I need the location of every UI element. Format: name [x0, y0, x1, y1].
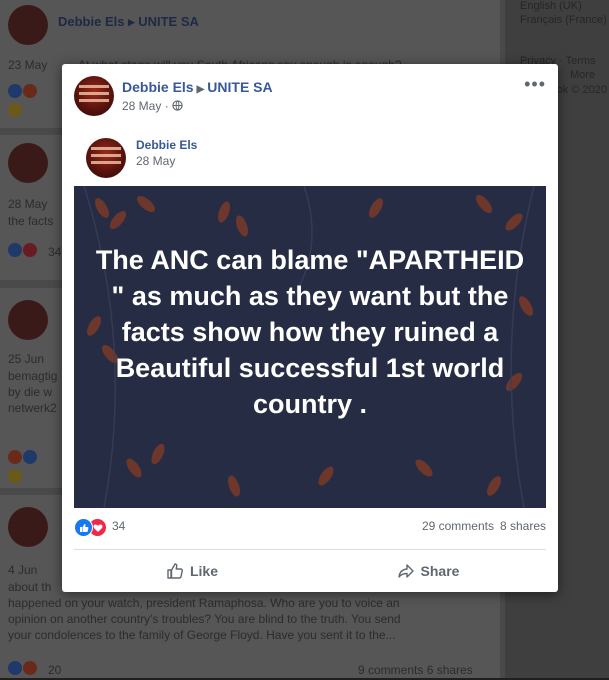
background-post-text: bemagtig [8, 369, 58, 383]
more-options-icon: ••• [524, 74, 546, 94]
post-image[interactable]: The ANC can blame "APARTHEID " as much a… [74, 186, 546, 508]
author-avatar[interactable] [74, 76, 114, 116]
post-meta: 28 May · [122, 99, 183, 113]
background-post-text: the facts [8, 214, 54, 228]
language-link: English (UK) [520, 0, 582, 12]
post-header: Debbie Els ▶ UNITE SA 28 May · ••• [74, 74, 546, 120]
shared-author-link[interactable]: Debbie Els [136, 138, 197, 152]
thumbs-up-icon [167, 563, 183, 579]
avatar [8, 507, 48, 547]
background-post-stats: 9 comments 6 shares [358, 663, 473, 677]
background-post-text: by die w [8, 385, 53, 399]
background-post-text: about th [8, 580, 52, 594]
globe-icon [172, 100, 183, 111]
shared-post-date[interactable]: 28 May [136, 154, 175, 168]
arrow-right-icon: ▶ [196, 84, 205, 95]
background-reaction-count: 20 [48, 663, 62, 677]
post-stats: 34 29 comments 8 shares [74, 516, 546, 538]
background-reactions [8, 450, 48, 483]
background-reactions [8, 243, 48, 259]
post-author-line: Debbie Els ▶ UNITE SA [122, 79, 273, 95]
shared-author-avatar[interactable] [86, 138, 126, 178]
comments-count-link[interactable]: 29 comments [422, 519, 494, 533]
like-button-label: Like [189, 563, 218, 579]
background-reactions [8, 661, 48, 677]
avatar [8, 300, 48, 340]
language-link: Français (France) [520, 14, 607, 26]
share-button-label: Share [420, 563, 460, 579]
post-date-link[interactable]: 28 May [122, 99, 161, 113]
background-post-text: your condolences to the family of George… [8, 628, 396, 642]
like-reaction-icon [74, 518, 93, 537]
image-caption-text: The ANC can blame "APARTHEID " as much a… [95, 245, 525, 419]
like-button[interactable]: Like [74, 554, 310, 588]
share-arrow-icon [397, 564, 414, 578]
shares-count-link[interactable]: 8 shares [500, 519, 546, 533]
background-post-author: Debbie Els ▸ UNITE SA [58, 14, 199, 29]
background-reaction-count: 34 [48, 245, 62, 259]
reactions-count[interactable]: 34 [112, 519, 125, 533]
more-options-button[interactable]: ••• [524, 74, 546, 95]
background-post-date: 23 May [8, 58, 48, 72]
footer-link: More [570, 69, 596, 81]
avatar [8, 143, 48, 183]
background-post-date: 25 Jun [8, 352, 45, 366]
shared-post-header: Debbie Els 28 May [74, 130, 546, 180]
actions-divider [74, 549, 546, 550]
share-button[interactable]: Share [310, 554, 546, 588]
author-name-link[interactable]: Debbie Els [122, 79, 194, 95]
background-reactions [8, 84, 48, 117]
background-post-date: 4 Jun [8, 563, 38, 577]
post-actions: Like Share [74, 554, 546, 588]
post-modal: Debbie Els ▶ UNITE SA 28 May · ••• Debbie … [62, 64, 558, 592]
background-post-text: opinion on another country's troubles? Y… [8, 612, 401, 626]
background-post-text: netwerk2 [8, 401, 57, 415]
group-name-link[interactable]: UNITE SA [207, 79, 272, 95]
background-post-date: 28 May [8, 197, 48, 211]
avatar [8, 5, 48, 45]
comment-share-stats: 29 comments 8 shares [416, 519, 546, 533]
background-post-text: happened on your watch, president Ramaph… [8, 596, 400, 610]
